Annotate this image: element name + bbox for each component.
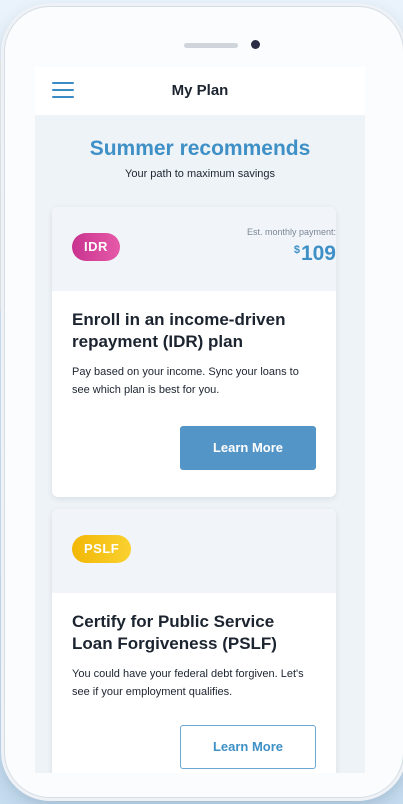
phone-camera [251,40,260,49]
idr-learn-more-button[interactable]: Learn More [180,426,316,470]
pslf-card: PSLF Certify for Public Service Loan For… [52,509,336,773]
idr-badge: IDR [72,233,120,261]
phone-frame: My Plan Summer recommends Your path to m… [4,6,403,798]
idr-card-body: Enroll in an income-driven repayment (ID… [52,291,336,399]
pslf-card-body: Certify for Public Service Loan Forgiven… [52,593,336,701]
page-title: My Plan [171,82,229,99]
idr-card-description: Pay based on your income. Sync your loan… [72,366,299,396]
pslf-badge: PSLF [72,535,132,563]
app-screen: My Plan Summer recommends Your path to m… [35,67,365,773]
pslf-learn-more-button[interactable]: Learn More [180,725,316,769]
pslf-card-header: PSLF [52,509,336,593]
idr-card: IDR Est. monthly payment: $109 Enroll in… [52,207,336,497]
pslf-card-description: You could have your federal debt forgive… [72,668,304,698]
phone-speaker [184,43,238,48]
hero-title: Summer recommends [89,137,311,160]
payment-amount: $109 [294,242,336,266]
top-bar: My Plan [35,67,365,115]
payment-label: Est. monthly payment: [246,227,336,237]
payment-value: 109 [300,242,336,265]
hero-subtitle: Your path to maximum savings [125,168,275,180]
currency-symbol: $ [293,244,300,256]
pslf-card-title: Certify for Public Service Loan Forgiven… [72,612,277,653]
idr-card-header: IDR Est. monthly payment: $109 [52,207,336,291]
idr-card-title: Enroll in an income-driven repayment (ID… [72,310,286,351]
